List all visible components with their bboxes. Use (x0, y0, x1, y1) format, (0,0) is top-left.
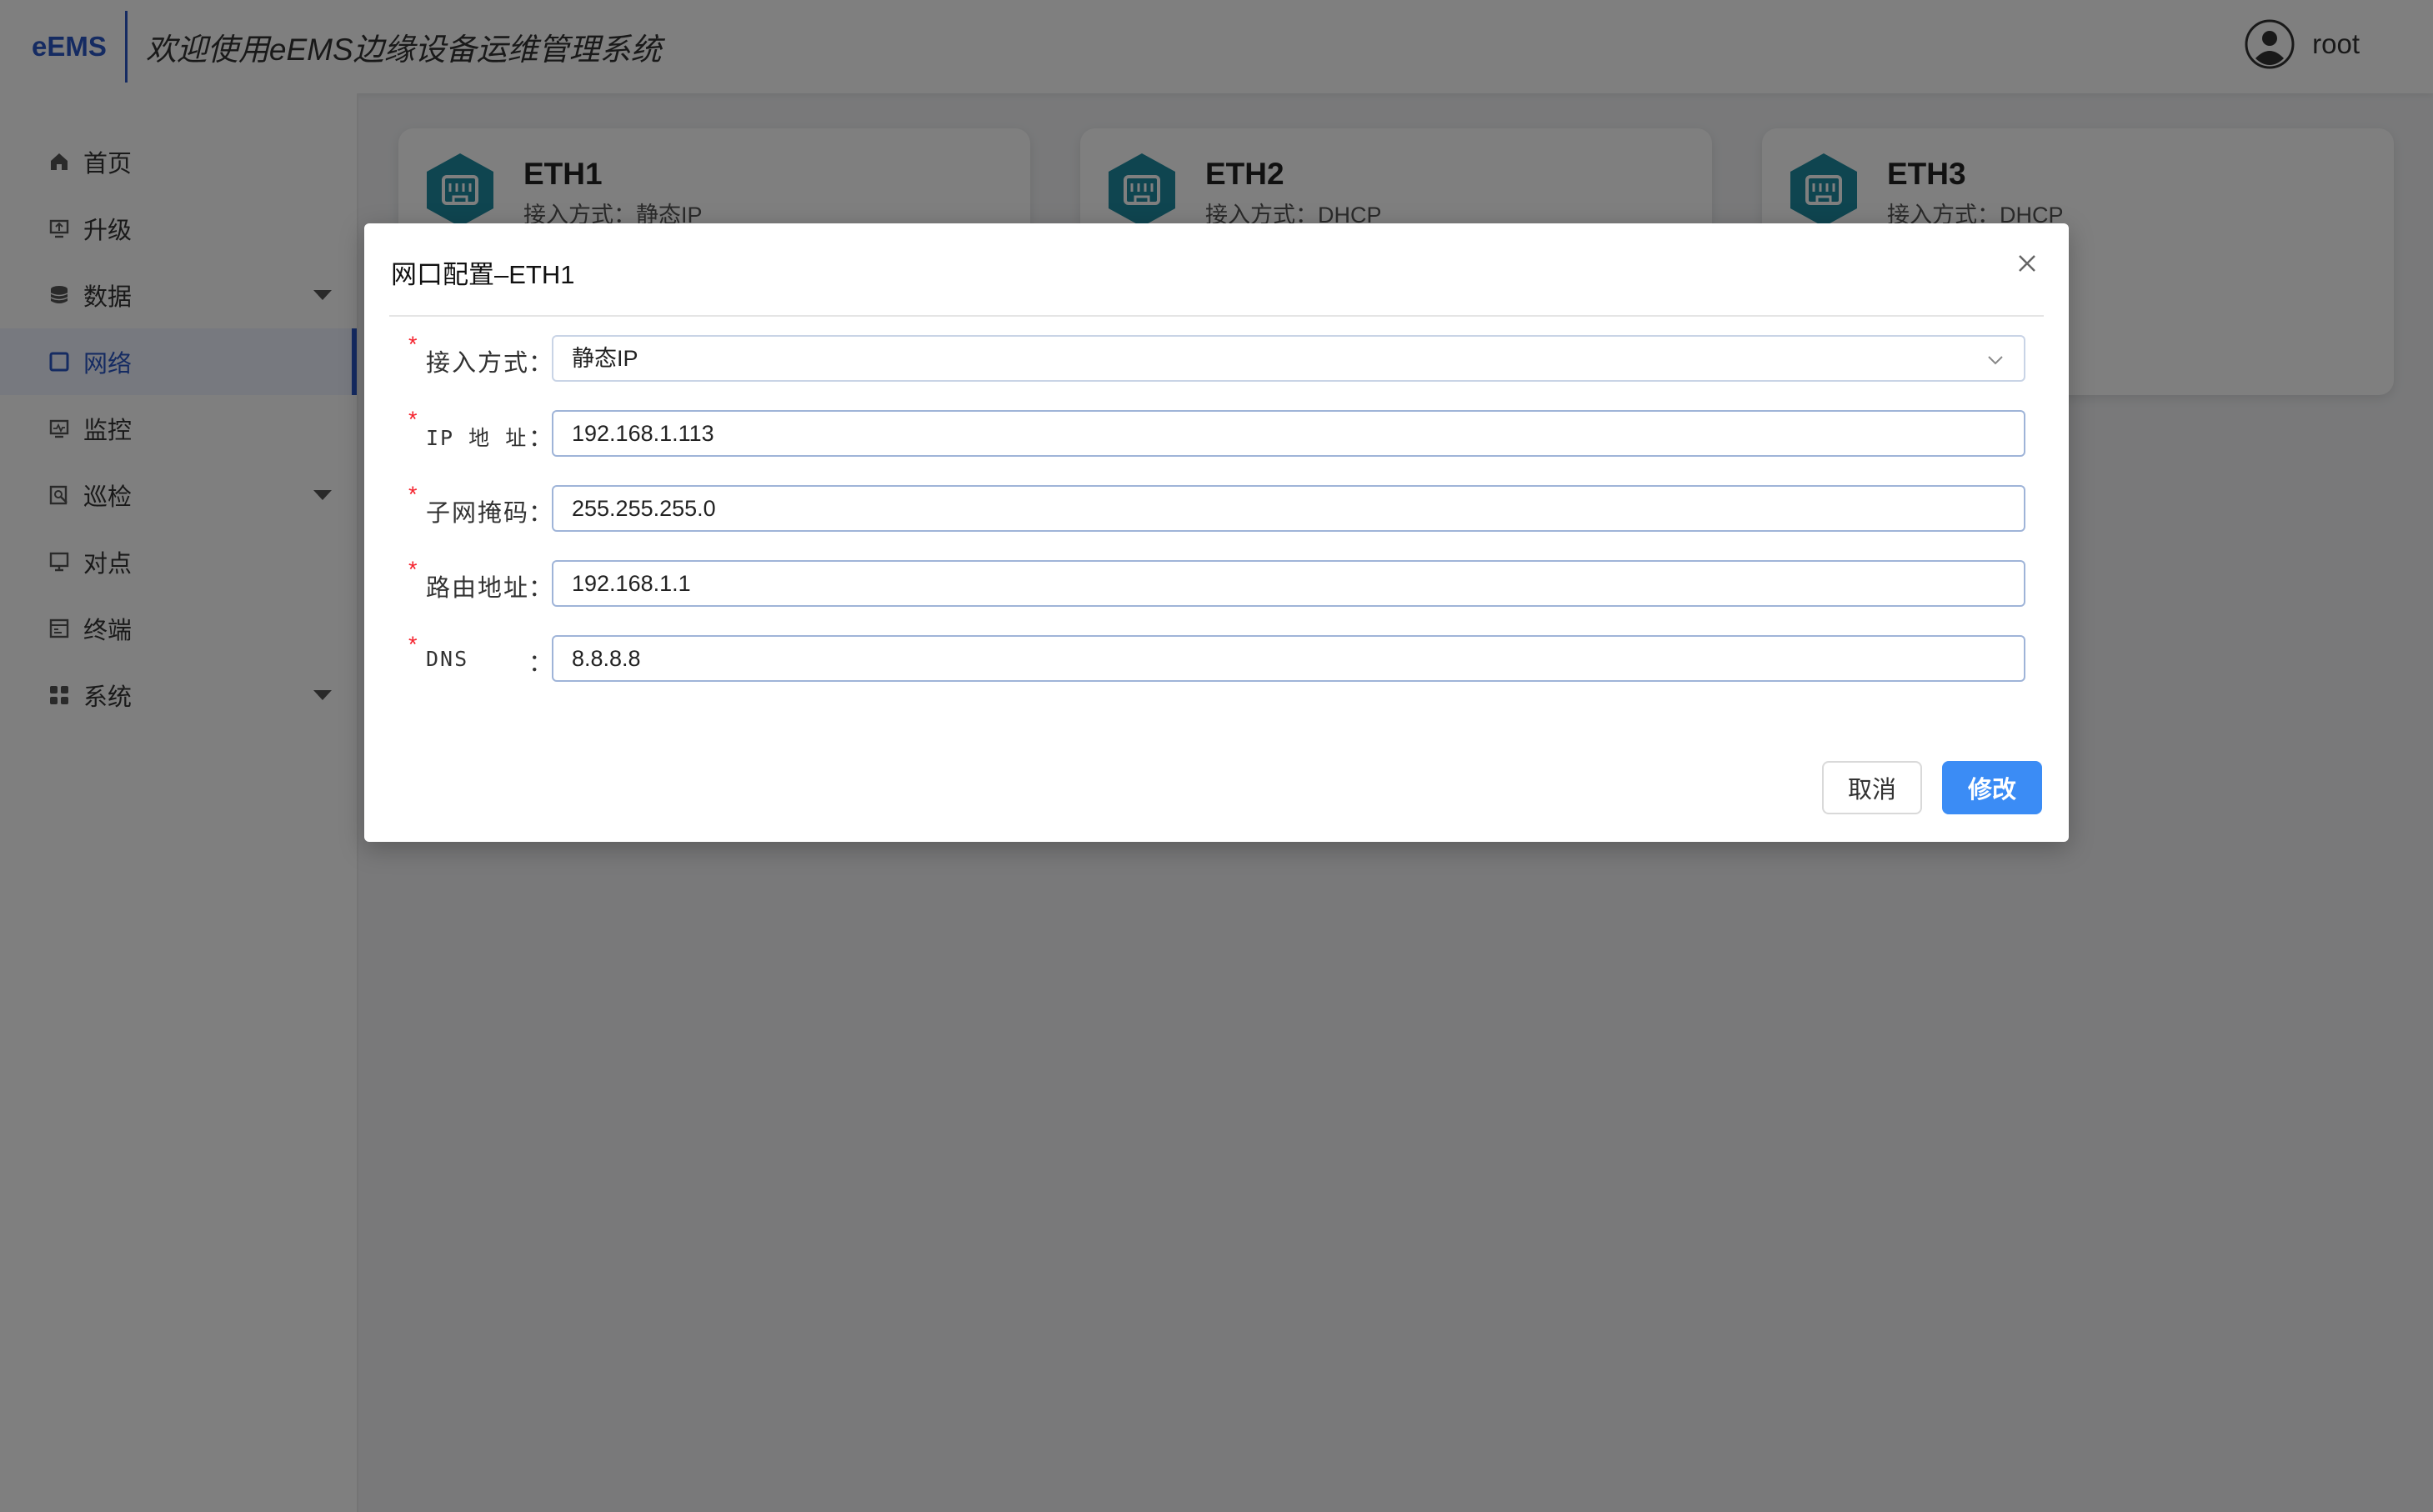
submit-button[interactable]: 修改 (1942, 761, 2042, 814)
field-label: 接入方式 (426, 350, 530, 377)
required-mark: * (408, 482, 418, 507)
field-label: 路由地址 (426, 575, 530, 602)
gateway-input[interactable]: 192.168.1.1 (552, 560, 2025, 607)
required-mark: * (408, 332, 418, 357)
form-row-ip: * IP 地 址 ： 192.168.1.113 (364, 407, 2069, 457)
cancel-button[interactable]: 取消 (1822, 761, 1922, 814)
dialog-divider (389, 315, 2044, 317)
access-mode-select[interactable]: 静态IP (552, 335, 2025, 382)
required-mark: * (408, 407, 418, 432)
field-colon: ： (528, 650, 553, 677)
required-mark: * (408, 632, 418, 657)
field-colon: ： (528, 350, 553, 377)
field-colon: ： (528, 425, 553, 452)
form-row-dns: * DNS ： 8.8.8.8 (364, 632, 2069, 682)
form-row-access-mode: * 接入方式 ： 静态IP (364, 332, 2069, 382)
required-mark: * (408, 557, 418, 582)
field-label: IP 地 址 (426, 426, 528, 450)
chevron-down-icon (1988, 356, 2003, 365)
field-label: 子网掩码 (426, 500, 530, 527)
field-label: DNS (426, 647, 469, 671)
subnet-mask-input[interactable]: 255.255.255.0 (552, 485, 2025, 532)
ip-address-input[interactable]: 192.168.1.113 (552, 410, 2025, 457)
field-colon: ： (528, 500, 553, 527)
form-row-gateway: * 路由地址 ： 192.168.1.1 (364, 557, 2069, 607)
app-root: eEMS 欢迎使用eEMS边缘设备运维管理系统 root 首页 升级 数据 (0, 0, 2433, 1512)
network-config-dialog: 网口配置–ETH1 * 接入方式 ： 静态IP * IP 地 址 ： 192.1… (364, 223, 2069, 842)
close-icon[interactable] (2010, 247, 2044, 280)
dns-input[interactable]: 8.8.8.8 (552, 635, 2025, 682)
dialog-title: 网口配置–ETH1 (391, 260, 575, 289)
form-row-subnet-mask: * 子网掩码 ： 255.255.255.0 (364, 482, 2069, 532)
field-colon: ： (528, 575, 553, 602)
access-mode-value: 静态IP (572, 346, 638, 371)
